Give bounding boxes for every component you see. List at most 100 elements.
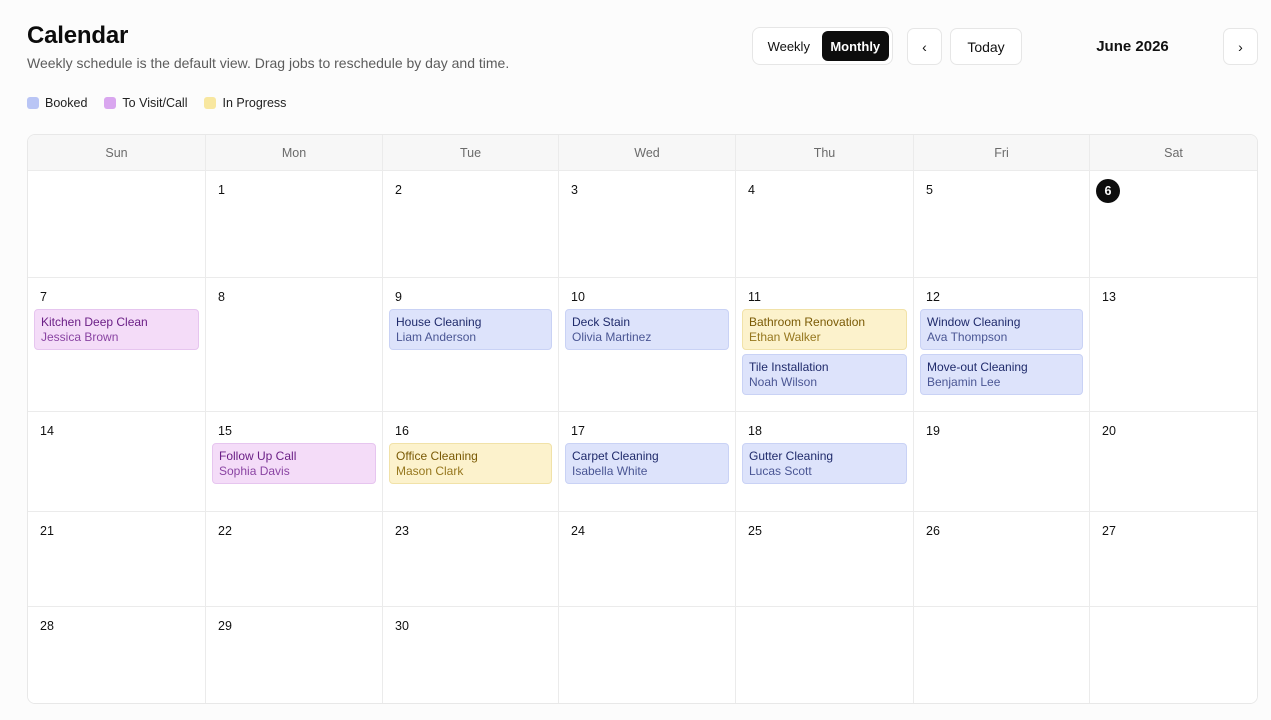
- legend-item: In Progress: [204, 96, 286, 110]
- job-client: Sophia Davis: [219, 464, 290, 478]
- job-card[interactable]: House Cleaning Liam Anderson: [389, 309, 552, 350]
- job-title: Follow Up Call: [219, 449, 297, 463]
- day-cell[interactable]: 20: [1090, 412, 1257, 512]
- job-title: House Cleaning: [396, 315, 482, 329]
- day-cell[interactable]: 27: [1090, 512, 1257, 607]
- weekday-header: Mon: [206, 135, 383, 171]
- day-number: 11: [748, 290, 761, 304]
- day-number: 14: [40, 424, 54, 438]
- job-card[interactable]: Follow Up Call Sophia Davis: [212, 443, 376, 484]
- job-card[interactable]: Tile Installation Noah Wilson: [742, 354, 907, 395]
- event-list: Gutter Cleaning Lucas Scott: [742, 443, 907, 484]
- day-cell[interactable]: 25: [736, 512, 914, 607]
- day-cell[interactable]: 10 Deck Stain Olivia Martinez: [559, 278, 736, 412]
- day-cell[interactable]: 21: [28, 512, 206, 607]
- day-cell[interactable]: 26: [914, 512, 1090, 607]
- job-client: Noah Wilson: [749, 375, 818, 389]
- job-card[interactable]: Bathroom Renovation Ethan Walker: [742, 309, 907, 350]
- day-cell[interactable]: 13: [1090, 278, 1257, 412]
- day-number: 17: [571, 424, 585, 438]
- day-number: 20: [1102, 424, 1116, 438]
- day-number: 1: [218, 183, 225, 197]
- day-cell[interactable]: 19: [914, 412, 1090, 512]
- job-client: Liam Anderson: [396, 330, 477, 344]
- job-client: Jessica Brown: [41, 330, 119, 344]
- day-cell[interactable]: 12 Window Cleaning Ava Thompson Move-out Cl…: [914, 278, 1090, 412]
- day-cell[interactable]: 24: [559, 512, 736, 607]
- job-card[interactable]: Kitchen Deep Clean Jessica Brown: [34, 309, 199, 350]
- day-cell[interactable]: 6: [1090, 171, 1257, 278]
- day-cell[interactable]: [736, 607, 914, 703]
- day-cell[interactable]: 2: [383, 171, 559, 278]
- day-number: 29: [218, 619, 232, 633]
- legend-item: To Visit/Call: [104, 96, 187, 110]
- day-cell[interactable]: [914, 607, 1090, 703]
- day-cell[interactable]: 14: [28, 412, 206, 512]
- legend-swatch: [27, 97, 39, 109]
- weekday-header: Tue: [383, 135, 559, 171]
- day-cell[interactable]: 17 Carpet Cleaning Isabella White: [559, 412, 736, 512]
- day-cell[interactable]: [1090, 607, 1257, 703]
- day-cell[interactable]: 22: [206, 512, 383, 607]
- day-cell[interactable]: 29: [206, 607, 383, 703]
- job-card[interactable]: Carpet Cleaning Isabella White: [565, 443, 729, 484]
- day-number: 7: [40, 290, 47, 304]
- job-title: Office Cleaning: [396, 449, 478, 463]
- day-cell[interactable]: 4: [736, 171, 914, 278]
- event-list: Bathroom Renovation Ethan Walker Tile Inst…: [742, 309, 907, 395]
- day-cell[interactable]: 5: [914, 171, 1090, 278]
- day-cell[interactable]: 3: [559, 171, 736, 278]
- monthly-view-button[interactable]: Monthly: [821, 31, 889, 61]
- month-grid: Sun Mon Tue Wed Thu Fri Sat 1 2 3 4 5 6 7 Kitchen Deep…: [27, 134, 1258, 704]
- day-number: 27: [1102, 524, 1116, 538]
- day-number: 12: [926, 290, 940, 304]
- job-title: Tile Installation: [749, 360, 829, 374]
- status-legend: Booked To Visit/Call In Progress: [27, 96, 303, 110]
- day-number: 22: [218, 524, 232, 538]
- today-button[interactable]: Today: [950, 28, 1022, 65]
- job-card[interactable]: Move-out Cleaning Benjamin Lee: [920, 354, 1083, 395]
- day-cell[interactable]: 9 House Cleaning Liam Anderson: [383, 278, 559, 412]
- job-client: Olivia Martinez: [572, 330, 652, 344]
- day-number: 16: [395, 424, 409, 438]
- job-client: Mason Clark: [396, 464, 464, 478]
- job-card[interactable]: Deck Stain Olivia Martinez: [565, 309, 729, 350]
- day-number: 13: [1102, 290, 1116, 304]
- day-cell[interactable]: 28: [28, 607, 206, 703]
- day-number: 19: [926, 424, 940, 438]
- day-cell[interactable]: 16 Office Cleaning Mason Clark: [383, 412, 559, 512]
- job-card[interactable]: Gutter Cleaning Lucas Scott: [742, 443, 907, 484]
- previous-month-button[interactable]: ‹: [907, 28, 942, 65]
- day-number: 9: [395, 290, 402, 304]
- day-cell[interactable]: 8: [206, 278, 383, 412]
- day-cell[interactable]: 1: [206, 171, 383, 278]
- weekday-header: Sat: [1090, 135, 1257, 171]
- day-cell[interactable]: 15 Follow Up Call Sophia Davis: [206, 412, 383, 512]
- day-cell[interactable]: 23: [383, 512, 559, 607]
- job-client: Ethan Walker: [749, 330, 821, 344]
- job-card[interactable]: Window Cleaning Ava Thompson: [920, 309, 1083, 350]
- day-cell[interactable]: [28, 171, 206, 278]
- weekly-view-button[interactable]: Weekly: [756, 31, 822, 61]
- event-list: House Cleaning Liam Anderson: [389, 309, 552, 350]
- next-month-button[interactable]: ›: [1223, 28, 1258, 65]
- page-subtitle: Weekly schedule is the default view. Dra…: [27, 55, 510, 71]
- day-number: 25: [748, 524, 762, 538]
- job-title: Deck Stain: [572, 315, 631, 329]
- event-list: Carpet Cleaning Isabella White: [565, 443, 729, 484]
- day-cell[interactable]: 7 Kitchen Deep Clean Jessica Brown: [28, 278, 206, 412]
- day-cell[interactable]: 11 Bathroom Renovation Ethan Walker Tile In…: [736, 278, 914, 412]
- day-cell[interactable]: 30: [383, 607, 559, 703]
- job-client: Benjamin Lee: [927, 375, 1001, 389]
- job-title: Carpet Cleaning: [572, 449, 659, 463]
- job-card[interactable]: Office Cleaning Mason Clark: [389, 443, 552, 484]
- current-month-label: June 2026: [1096, 38, 1169, 55]
- day-number: 15: [218, 424, 232, 438]
- day-number: 28: [40, 619, 54, 633]
- chevron-right-icon: ›: [1238, 38, 1243, 55]
- event-list: Office Cleaning Mason Clark: [389, 443, 552, 484]
- weekday-header: Thu: [736, 135, 914, 171]
- day-cell[interactable]: 18 Gutter Cleaning Lucas Scott: [736, 412, 914, 512]
- day-number: 26: [926, 524, 940, 538]
- day-cell[interactable]: [559, 607, 736, 703]
